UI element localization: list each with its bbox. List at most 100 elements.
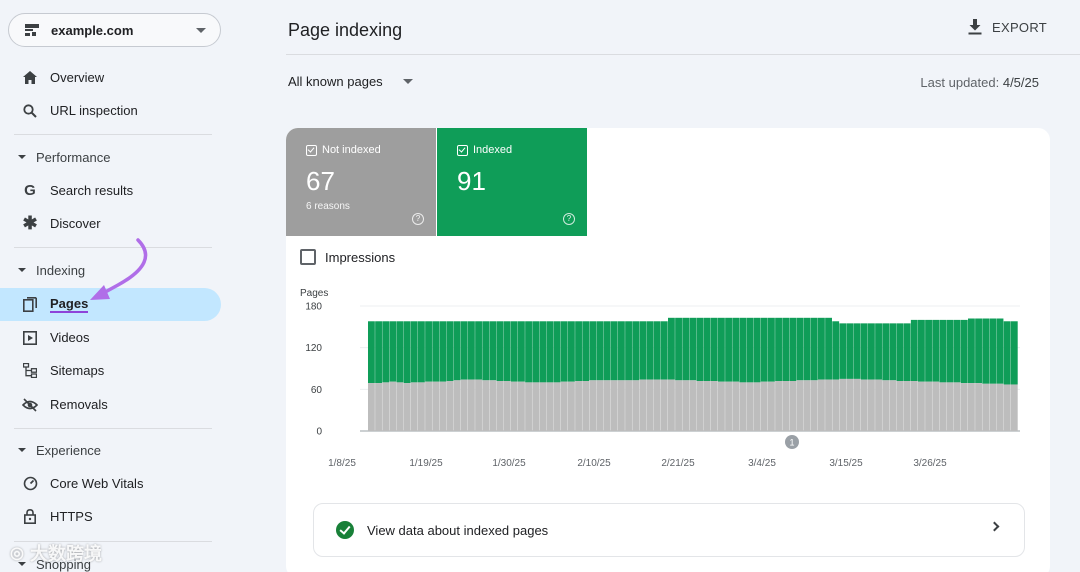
bar-not-indexed: [610, 380, 618, 431]
impressions-checkbox[interactable]: Impressions: [300, 249, 395, 265]
pages-filter-dropdown[interactable]: All known pages: [288, 74, 413, 89]
bar-not-indexed: [689, 380, 697, 431]
bar-indexed: [853, 323, 861, 379]
bar-not-indexed: [482, 380, 490, 431]
bar-not-indexed: [832, 379, 840, 431]
bar-indexed: [518, 321, 525, 382]
view-indexed-data-link[interactable]: View data about indexed pages: [313, 503, 1025, 557]
download-icon: [968, 19, 982, 35]
bar-indexed: [539, 321, 547, 383]
bar-indexed: [703, 317, 711, 381]
bar-indexed: [739, 317, 747, 383]
watermark: ◎ 大数跨境: [10, 540, 102, 566]
indexing-chart: Pages 180 120 60 0 1/8/25 1/19/25 1/30/25 2/10/2…: [300, 288, 1020, 469]
y-tick-label: 120: [305, 343, 322, 354]
nav-pages[interactable]: Pages: [0, 288, 221, 321]
indexed-label: Indexed: [473, 144, 513, 156]
bar-not-indexed: [396, 382, 404, 431]
nav-discover[interactable]: ✱ Discover: [0, 207, 221, 240]
bar-indexed: [682, 317, 690, 381]
nav-removals[interactable]: Removals: [0, 388, 221, 421]
property-domain: example.com: [51, 22, 134, 38]
x-tick-label: 2/21/25: [661, 458, 695, 469]
annotation-marker-label: 1: [789, 438, 794, 448]
bar-indexed: [668, 317, 675, 380]
pages-filter-value: All known pages: [288, 74, 383, 89]
bar-indexed: [432, 321, 440, 382]
bar-not-indexed: [646, 379, 654, 431]
bar-not-indexed: [989, 383, 997, 431]
bar-not-indexed: [503, 381, 511, 431]
bar-not-indexed: [546, 382, 554, 431]
bar-indexed: [439, 321, 447, 382]
section-performance[interactable]: Performance: [0, 145, 110, 169]
bar-indexed: [453, 321, 461, 381]
bar-indexed: [732, 317, 740, 382]
help-icon[interactable]: ?: [563, 213, 575, 225]
bar-indexed: [660, 321, 668, 380]
bar-indexed: [946, 319, 954, 383]
gauge-icon: [22, 476, 38, 492]
bar-indexed: [925, 319, 932, 382]
bar-not-indexed: [760, 381, 768, 431]
bar-not-indexed: [946, 382, 954, 431]
section-indexing[interactable]: Indexing: [0, 258, 85, 282]
indexed-tile[interactable]: Indexed 91 ?: [437, 128, 587, 236]
bar-not-indexed: [782, 381, 790, 431]
bar-not-indexed: [668, 379, 675, 431]
bar-not-indexed: [982, 383, 990, 431]
bar-not-indexed: [596, 380, 604, 431]
help-icon[interactable]: ?: [412, 213, 424, 225]
bar-indexed: [568, 321, 575, 382]
property-selector[interactable]: example.com: [8, 13, 221, 47]
home-icon: [22, 70, 38, 86]
x-tick-label: 3/4/25: [748, 458, 776, 469]
bar-not-indexed: [682, 380, 690, 431]
bar-not-indexed: [868, 379, 875, 431]
collapse-triangle-icon: [18, 155, 26, 159]
bar-not-indexed: [753, 382, 761, 431]
export-button[interactable]: EXPORT: [968, 19, 1047, 35]
bar-indexed: [382, 321, 390, 383]
nav-videos[interactable]: Videos: [0, 321, 221, 354]
bar-not-indexed: [403, 383, 411, 431]
indexing-card: Not indexed 67 6 reasons ? Indexed 91 ? …: [286, 128, 1050, 572]
nav-core-web-vitals[interactable]: Core Web Vitals: [0, 467, 221, 500]
nav-overview[interactable]: Overview: [0, 61, 221, 94]
bar-not-indexed: [468, 379, 475, 431]
bar-not-indexed: [718, 381, 725, 431]
bar-not-indexed: [939, 382, 947, 431]
bar-indexed: [810, 317, 818, 381]
section-performance-label: Performance: [36, 149, 111, 165]
section-experience[interactable]: Experience: [0, 438, 101, 462]
sidebar-divider: [14, 247, 212, 248]
checkbox-checked-icon: [306, 144, 317, 156]
bar-indexed: [575, 321, 582, 381]
bar-not-indexed: [818, 379, 825, 431]
nav-search-results[interactable]: G Search results: [0, 174, 221, 207]
bar-not-indexed: [846, 378, 854, 431]
bar-not-indexed: [539, 382, 547, 431]
bar-not-indexed: [632, 380, 640, 431]
bar-not-indexed: [625, 380, 632, 431]
google-g-icon: G: [24, 182, 36, 199]
bar-indexed: [718, 317, 725, 382]
x-tick-label: 3/26/25: [913, 458, 947, 469]
bar-not-indexed: [639, 379, 647, 431]
bar-indexed: [760, 317, 768, 382]
bar-indexed: [939, 319, 947, 383]
video-page-icon: [22, 330, 38, 346]
section-experience-label: Experience: [36, 442, 102, 458]
nav-url-inspection-label: URL inspection: [50, 103, 138, 118]
bar-not-indexed: [410, 382, 418, 431]
bar-indexed: [796, 317, 804, 381]
last-updated-label: Last updated:: [920, 75, 1000, 90]
nav-sitemaps[interactable]: Sitemaps: [0, 354, 221, 387]
indexed-count: 91: [457, 166, 486, 196]
bar-indexed: [646, 321, 654, 380]
bar-indexed: [960, 319, 968, 384]
bar-indexed: [489, 321, 497, 381]
nav-url-inspection[interactable]: URL inspection: [0, 94, 221, 127]
nav-https[interactable]: HTTPS: [0, 500, 221, 533]
not-indexed-tile[interactable]: Not indexed 67 6 reasons ?: [286, 128, 436, 236]
